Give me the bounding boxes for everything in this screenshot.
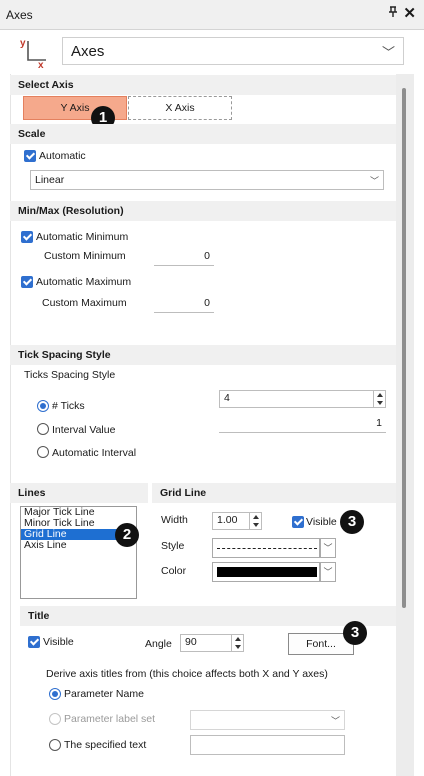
- ticks-count-spin-icon[interactable]: [373, 391, 385, 407]
- custom-min-input[interactable]: 0: [154, 248, 214, 266]
- chevron-down-icon: ﹀: [320, 538, 336, 558]
- chevron-down-icon: ﹀: [320, 562, 336, 582]
- chevron-down-icon: ﹀: [381, 45, 395, 60]
- grid-color-label: Color: [161, 565, 187, 577]
- color-swatch: [217, 567, 317, 577]
- title-visible-label: Visible: [43, 636, 74, 648]
- custom-max-label: Custom Maximum: [42, 297, 127, 309]
- x-axis-tab[interactable]: X Axis: [128, 96, 232, 120]
- chevron-down-icon: ﹀: [369, 176, 379, 186]
- angle-value: 90: [185, 636, 197, 648]
- grid-style-label: Style: [161, 540, 185, 552]
- auto-max-label: Automatic Maximum: [36, 276, 132, 288]
- callout-badge-3: 3: [340, 510, 364, 534]
- specified-text-input[interactable]: [190, 735, 345, 755]
- angle-spin-icon[interactable]: [231, 635, 243, 651]
- radio-num-ticks-label: # Ticks: [52, 400, 85, 412]
- select-axis-heading: Select Axis: [10, 75, 396, 95]
- radio-parameter-name-label: Parameter Name: [64, 688, 144, 700]
- grid-width-label: Width: [161, 514, 188, 526]
- grid-style-select[interactable]: ﹀: [212, 538, 336, 558]
- logo-x-letter: x: [38, 60, 44, 68]
- radio-num-ticks[interactable]: [37, 400, 49, 412]
- auto-max-checkbox[interactable]: [21, 276, 33, 288]
- callout-badge-3b: 3: [343, 621, 367, 645]
- scale-type-value: Linear: [35, 174, 65, 186]
- title-visible-checkbox[interactable]: [28, 636, 40, 648]
- angle-label: Angle: [145, 638, 172, 650]
- radio-automatic-interval-label: Automatic Interval: [52, 447, 137, 459]
- ticks-count-value: 4: [224, 392, 230, 404]
- pin-icon[interactable]: [388, 6, 398, 21]
- dash-style-preview: [217, 548, 317, 549]
- grid-visible-label: Visible: [306, 516, 337, 528]
- auto-min-label: Automatic Minimum: [36, 231, 129, 243]
- grid-width-stepper[interactable]: 1.00: [212, 512, 262, 530]
- axes-logo-icon: y x: [16, 36, 50, 71]
- radio-parameter-label-set[interactable]: [49, 713, 61, 725]
- derive-titles-label: Derive axis titles from (this choice aff…: [46, 668, 328, 680]
- auto-min-checkbox[interactable]: [21, 231, 33, 243]
- lines-listbox[interactable]: Major Tick Line Minor Tick Line Grid Lin…: [20, 506, 137, 599]
- panel-titlebar: Axes ✕: [0, 0, 424, 30]
- tick-spacing-heading: Tick Spacing Style: [10, 345, 396, 365]
- panel-title: Axes: [6, 8, 33, 22]
- radio-specified-text-label: The specified text: [64, 739, 147, 751]
- close-icon[interactable]: ✕: [403, 4, 416, 22]
- lines-heading: Lines: [10, 483, 148, 503]
- radio-parameter-name[interactable]: [49, 688, 61, 700]
- callout-badge-2: 2: [115, 523, 139, 547]
- vertical-scrollbar[interactable]: [396, 74, 414, 776]
- scale-heading: Scale: [10, 124, 396, 144]
- header: y x Axes ﹀: [0, 30, 424, 72]
- grid-width-value: 1.00: [217, 514, 238, 526]
- tick-spacing-sublabel: Ticks Spacing Style: [24, 369, 116, 381]
- custom-min-label: Custom Minimum: [44, 250, 126, 262]
- object-select-value: Axes: [71, 43, 105, 60]
- custom-max-input[interactable]: 0: [154, 295, 214, 313]
- grid-width-spin-icon[interactable]: [249, 513, 261, 529]
- radio-automatic-interval[interactable]: [37, 446, 49, 458]
- interval-value-input[interactable]: 1: [219, 415, 386, 433]
- title-heading: Title: [20, 606, 396, 626]
- grid-visible-checkbox[interactable]: [292, 516, 304, 528]
- radio-interval-value-label: Interval Value: [52, 424, 116, 436]
- scale-type-select[interactable]: Linear ﹀: [30, 170, 384, 190]
- scale-automatic-checkbox[interactable]: [24, 150, 36, 162]
- radio-specified-text[interactable]: [49, 739, 61, 751]
- angle-stepper[interactable]: 90: [180, 634, 244, 652]
- object-select[interactable]: Axes ﹀: [62, 37, 404, 65]
- scrollbar-thumb[interactable]: [402, 88, 406, 608]
- grid-line-heading: Grid Line: [152, 483, 396, 503]
- minmax-heading: Min/Max (Resolution): [10, 201, 396, 221]
- chevron-down-icon: ﹀: [330, 716, 340, 726]
- grid-color-select[interactable]: ﹀: [212, 562, 336, 582]
- ticks-count-stepper[interactable]: 4: [219, 390, 386, 408]
- radio-interval-value[interactable]: [37, 423, 49, 435]
- scale-automatic-label: Automatic: [39, 150, 86, 162]
- radio-parameter-label-set-label: Parameter label set: [64, 713, 156, 725]
- logo-y-letter: y: [20, 38, 26, 49]
- parameter-label-set-select[interactable]: ﹀: [190, 710, 345, 730]
